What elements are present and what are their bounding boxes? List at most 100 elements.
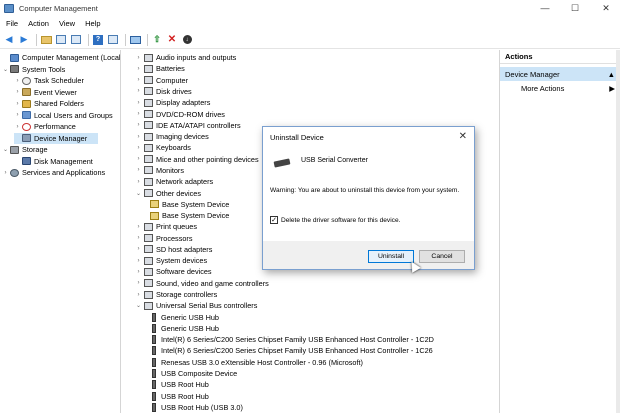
dialog-close-icon[interactable]: ✕ xyxy=(459,131,467,142)
chevron-down-icon[interactable]: ⌄ xyxy=(2,146,9,153)
scan-hardware-button[interactable]: ↓ xyxy=(181,34,193,46)
show-hide-tree-button[interactable] xyxy=(55,34,67,46)
uninstall-x-icon[interactable]: ✕ xyxy=(166,34,178,46)
chevron-right-icon[interactable]: › xyxy=(14,89,21,95)
chevron-right-icon[interactable]: › xyxy=(14,124,21,130)
device-item[interactable]: Intel(R) 6 Series/C200 Series Chipset Fa… xyxy=(148,345,433,356)
device-category[interactable]: › Software devices xyxy=(135,266,212,277)
device-category[interactable]: › System devices xyxy=(135,255,208,266)
device-item[interactable]: Renesas USB 3.0 eXtensible Host Controll… xyxy=(148,357,363,368)
actions-section-device-manager[interactable]: Device Manager ▲ xyxy=(500,67,620,81)
menu-view[interactable]: View xyxy=(59,19,75,28)
uninstall-button[interactable]: Uninstall xyxy=(368,250,414,263)
chevron-right-icon[interactable]: › xyxy=(135,88,142,94)
chevron-right-icon[interactable]: › xyxy=(135,55,142,61)
tree-item-computer-management[interactable]: Computer Management (Local xyxy=(2,52,120,63)
chevron-right-icon[interactable]: › xyxy=(14,78,21,84)
chevron-right-icon[interactable]: › xyxy=(135,122,142,128)
chevron-right-icon[interactable]: › xyxy=(135,179,142,185)
device-category[interactable]: › Monitors xyxy=(135,165,184,176)
device-category[interactable]: ⌄ Universal Serial Bus controllers xyxy=(135,300,257,311)
chevron-right-icon[interactable]: › xyxy=(2,170,9,176)
device-category[interactable]: › DVD/CD-ROM drives xyxy=(135,108,225,119)
chevron-right-icon[interactable]: › xyxy=(135,224,142,230)
device-category[interactable]: › Storage controllers xyxy=(135,289,218,300)
chevron-right-icon[interactable]: › xyxy=(135,235,142,241)
device-item[interactable]: Base System Device xyxy=(148,199,229,210)
chevron-right-icon[interactable]: › xyxy=(135,292,142,298)
chevron-right-icon[interactable]: › xyxy=(135,134,142,140)
chevron-right-icon[interactable]: › xyxy=(135,167,142,173)
chevron-right-icon[interactable]: › xyxy=(135,258,142,264)
cancel-button[interactable]: Cancel xyxy=(419,250,465,263)
chevron-right-icon[interactable]: › xyxy=(135,77,142,83)
chevron-right-icon[interactable]: › xyxy=(14,112,21,118)
menu-file[interactable]: File xyxy=(6,19,18,28)
device-category[interactable]: › SD host adapters xyxy=(135,244,213,255)
vertical-scrollbar[interactable] xyxy=(616,50,620,413)
chevron-right-icon[interactable]: › xyxy=(135,66,142,72)
device-category[interactable]: › Audio inputs and outputs xyxy=(135,52,237,63)
collapse-arrow-icon[interactable]: ▲ xyxy=(608,70,615,79)
up-folder-button[interactable] xyxy=(40,34,52,46)
monitor-button[interactable] xyxy=(129,34,141,46)
chevron-right-icon[interactable]: › xyxy=(135,100,142,106)
device-category[interactable]: ⌄ Other devices xyxy=(135,187,201,198)
menu-help[interactable]: Help xyxy=(85,19,100,28)
chevron-right-icon[interactable]: › xyxy=(135,145,142,151)
chevron-right-icon[interactable]: › xyxy=(14,101,21,107)
chevron-down-icon[interactable]: ⌄ xyxy=(135,302,142,309)
tree-item-disk-management[interactable]: Disk Management xyxy=(14,156,93,167)
minimize-button[interactable]: — xyxy=(531,0,559,16)
tree-item-system-tools[interactable]: ⌄ System Tools xyxy=(2,64,65,75)
device-item[interactable]: USB Root Hub xyxy=(148,379,209,390)
device-category-icon xyxy=(144,290,153,299)
device-category[interactable]: › Print queues xyxy=(135,221,197,232)
device-item[interactable]: Generic USB Hub xyxy=(148,323,219,334)
chevron-down-icon[interactable]: ⌄ xyxy=(135,190,142,197)
properties-button[interactable] xyxy=(70,34,82,46)
device-item[interactable]: USB Root Hub xyxy=(148,390,209,401)
update-driver-icon[interactable]: ⇧ xyxy=(151,34,163,46)
tree-item-device-manager[interactable]: Device Manager xyxy=(14,132,98,144)
device-item[interactable]: USB Root Hub (USB 3.0) xyxy=(148,402,243,413)
device-item[interactable]: Generic USB Hub xyxy=(148,311,219,322)
device-category[interactable]: › Processors xyxy=(135,232,193,243)
delete-driver-checkbox-row[interactable]: ✓ Delete the driver software for this de… xyxy=(270,216,400,224)
more-actions-item[interactable]: More Actions ▶ xyxy=(500,81,620,95)
chevron-right-icon[interactable]: › xyxy=(135,156,142,162)
menu-action[interactable]: Action xyxy=(28,19,49,28)
device-category[interactable]: › Display adapters xyxy=(135,97,211,108)
chevron-right-icon[interactable]: › xyxy=(135,246,142,252)
device-category[interactable]: › Imaging devices xyxy=(135,131,209,142)
back-arrow-icon[interactable]: ◀ xyxy=(3,34,15,46)
device-category[interactable]: › Batteries xyxy=(135,63,185,74)
tree-item-performance[interactable]: › Performance xyxy=(14,121,76,132)
device-item[interactable]: Intel(R) 6 Series/C200 Series Chipset Fa… xyxy=(148,334,434,345)
device-category[interactable]: › Disk drives xyxy=(135,86,192,97)
close-button[interactable]: ✕ xyxy=(592,0,620,16)
device-category[interactable]: › Mice and other pointing devices xyxy=(135,154,259,165)
chevron-right-icon[interactable]: › xyxy=(135,269,142,275)
help-button[interactable]: ? xyxy=(92,34,104,46)
tree-item-storage[interactable]: ⌄ Storage xyxy=(2,144,48,155)
device-category[interactable]: › Sound, video and game controllers xyxy=(135,278,269,289)
tree-item-local-users-groups[interactable]: › Local Users and Groups xyxy=(14,110,113,121)
tree-item-event-viewer[interactable]: › Event Viewer xyxy=(14,87,77,98)
tree-item-task-scheduler[interactable]: › Task Scheduler xyxy=(14,75,84,86)
action-pane-button[interactable] xyxy=(107,34,119,46)
device-category[interactable]: › Keyboards xyxy=(135,142,191,153)
delete-driver-checkbox[interactable]: ✓ xyxy=(270,216,278,224)
chevron-right-icon[interactable]: › xyxy=(135,280,142,286)
chevron-right-icon[interactable]: › xyxy=(135,111,142,117)
device-category[interactable]: › IDE ATA/ATAPI controllers xyxy=(135,120,241,131)
device-category[interactable]: › Computer xyxy=(135,75,189,86)
tree-item-shared-folders[interactable]: › Shared Folders xyxy=(14,98,84,109)
tree-item-services-applications[interactable]: › Services and Applications xyxy=(2,167,106,178)
device-category[interactable]: › Network adapters xyxy=(135,176,214,187)
forward-arrow-icon[interactable]: ▶ xyxy=(18,34,30,46)
maximize-button[interactable]: ☐ xyxy=(561,0,589,16)
device-item[interactable]: USB Composite Device xyxy=(148,368,237,379)
device-item[interactable]: Base System Device xyxy=(148,210,229,221)
chevron-down-icon[interactable]: ⌄ xyxy=(2,66,9,73)
